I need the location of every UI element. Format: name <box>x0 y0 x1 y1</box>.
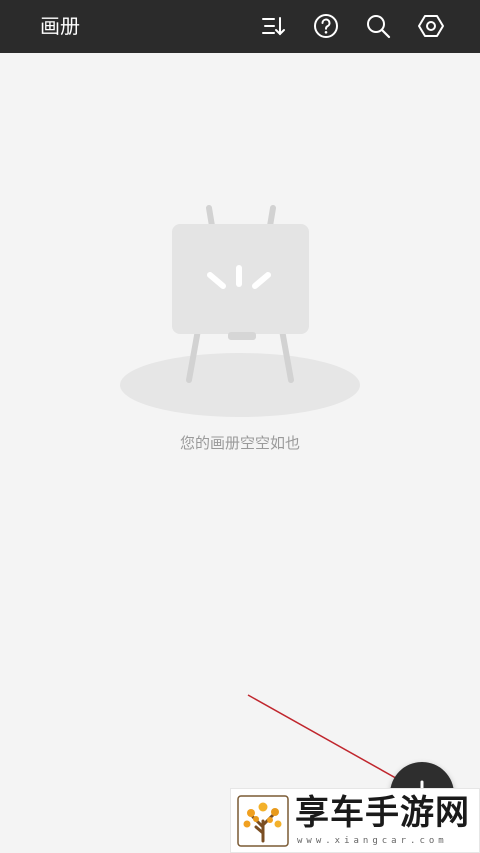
help-icon[interactable] <box>310 10 342 42</box>
easel-illustration <box>120 200 360 420</box>
annotation-arrow <box>247 694 418 791</box>
search-icon[interactable] <box>362 10 394 42</box>
easel-icon <box>120 205 360 417</box>
watermark-url: www.xiangcar.com <box>297 836 448 846</box>
sort-icon[interactable] <box>256 10 288 42</box>
settings-icon[interactable] <box>415 10 447 42</box>
watermark: 享车手游网 www.xiangcar.com <box>230 788 480 853</box>
watermark-name: 享车手游网 <box>295 793 470 833</box>
top-bar: 画册 <box>0 0 480 53</box>
empty-state-message: 您的画册空空如也 <box>179 434 300 452</box>
page-title: 画册 <box>40 14 80 38</box>
tree-logo-icon <box>237 795 289 847</box>
